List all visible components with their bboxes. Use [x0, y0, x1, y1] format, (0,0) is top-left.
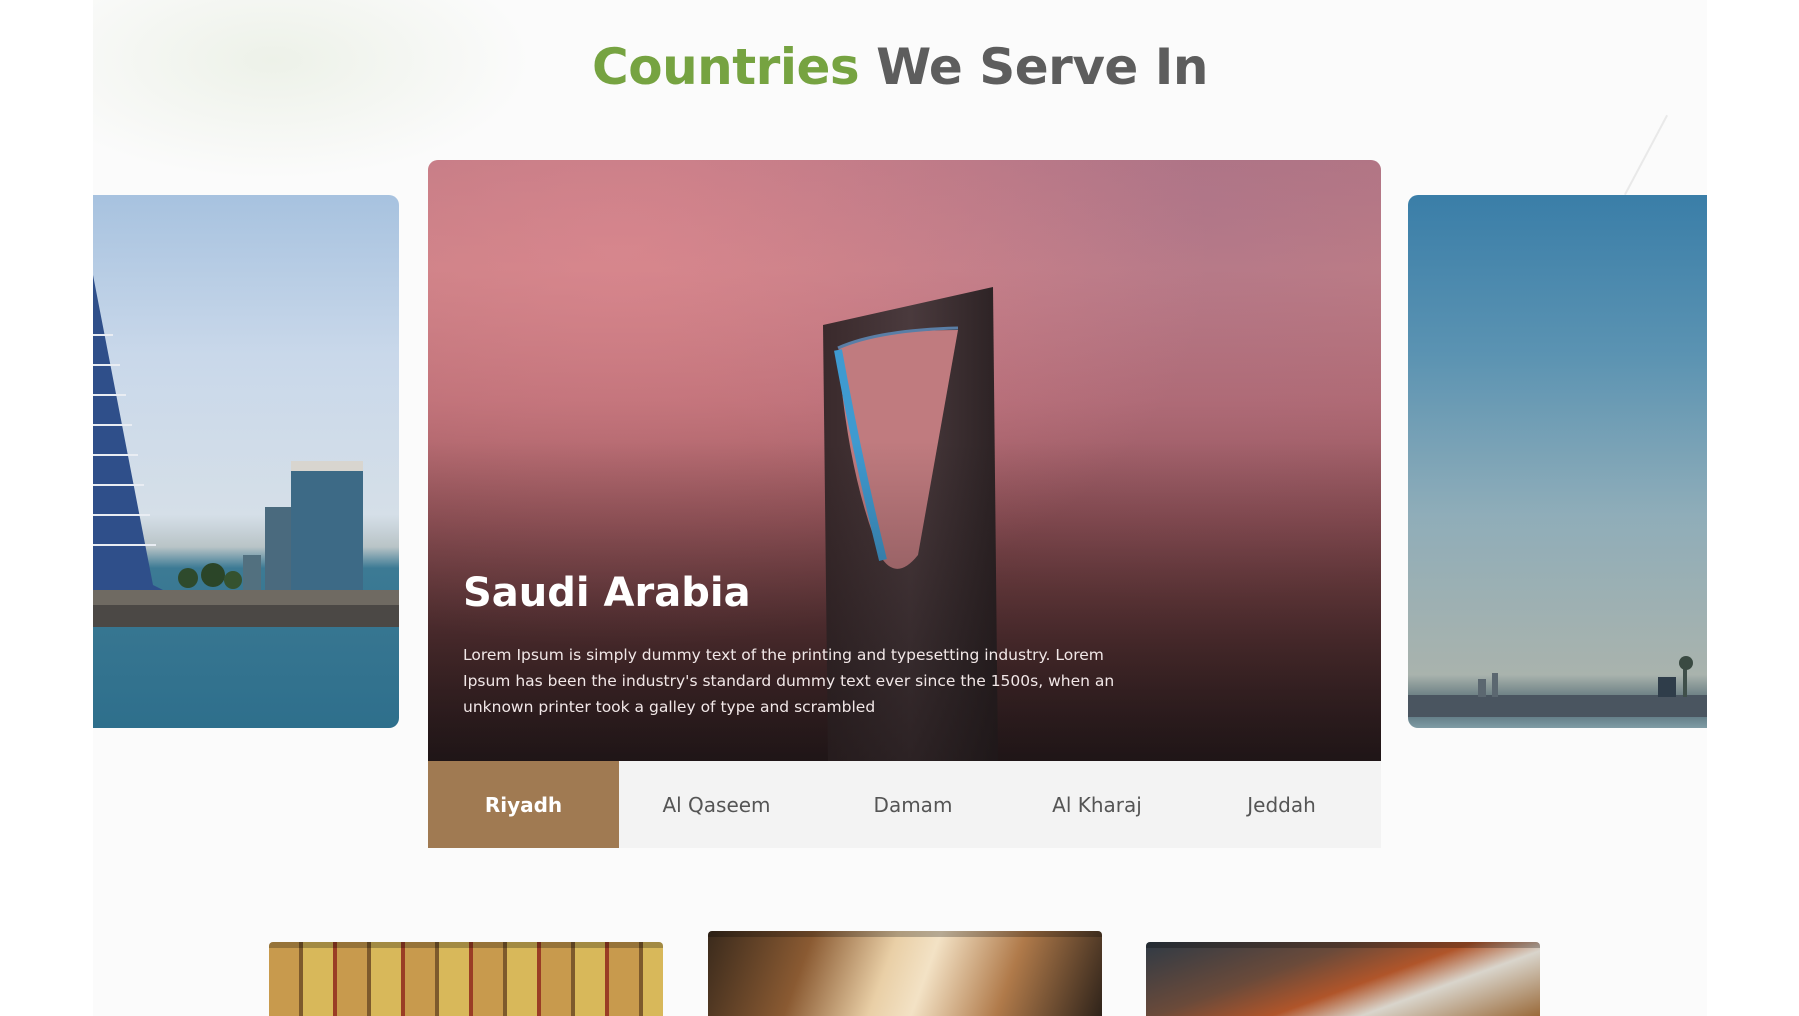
country-description: Lorem Ipsum is simply dummy text of the … [463, 646, 1115, 716]
thumbnail-edge [708, 931, 1102, 937]
tab-riyadh[interactable]: Riyadh [428, 761, 619, 848]
harbor-image [1408, 656, 1707, 717]
featured-country-slide: Saudi Arabia Lorem Ipsum is simply dummy… [428, 160, 1381, 761]
tab-jeddah[interactable]: Jeddah [1182, 761, 1381, 848]
country-title: Saudi Arabia [463, 570, 751, 616]
background-line [1623, 114, 1669, 196]
city-skyline-image [93, 275, 399, 627]
carousel-prev-slide[interactable] [93, 195, 399, 728]
thumbnail-edge [269, 942, 663, 948]
tab-al-kharaj[interactable]: Al Kharaj [1012, 761, 1182, 848]
tab-al-qaseem[interactable]: Al Qaseem [619, 761, 814, 848]
spice-stall-thumbnail[interactable] [1146, 942, 1540, 1016]
city-tabs: Riyadh Al Qaseem Damam Al Kharaj Jeddah [428, 761, 1381, 848]
section-title-rest: We Serve In [876, 38, 1208, 96]
thumbnail-edge [1146, 942, 1540, 948]
spice-market-thumbnail[interactable] [269, 942, 663, 1016]
spice-cones-thumbnail[interactable] [708, 931, 1102, 1016]
section-title: Countries We Serve In [93, 38, 1707, 96]
section-title-accent: Countries [592, 38, 860, 96]
carousel-next-slide[interactable] [1408, 195, 1707, 728]
tab-damam[interactable]: Damam [814, 761, 1012, 848]
